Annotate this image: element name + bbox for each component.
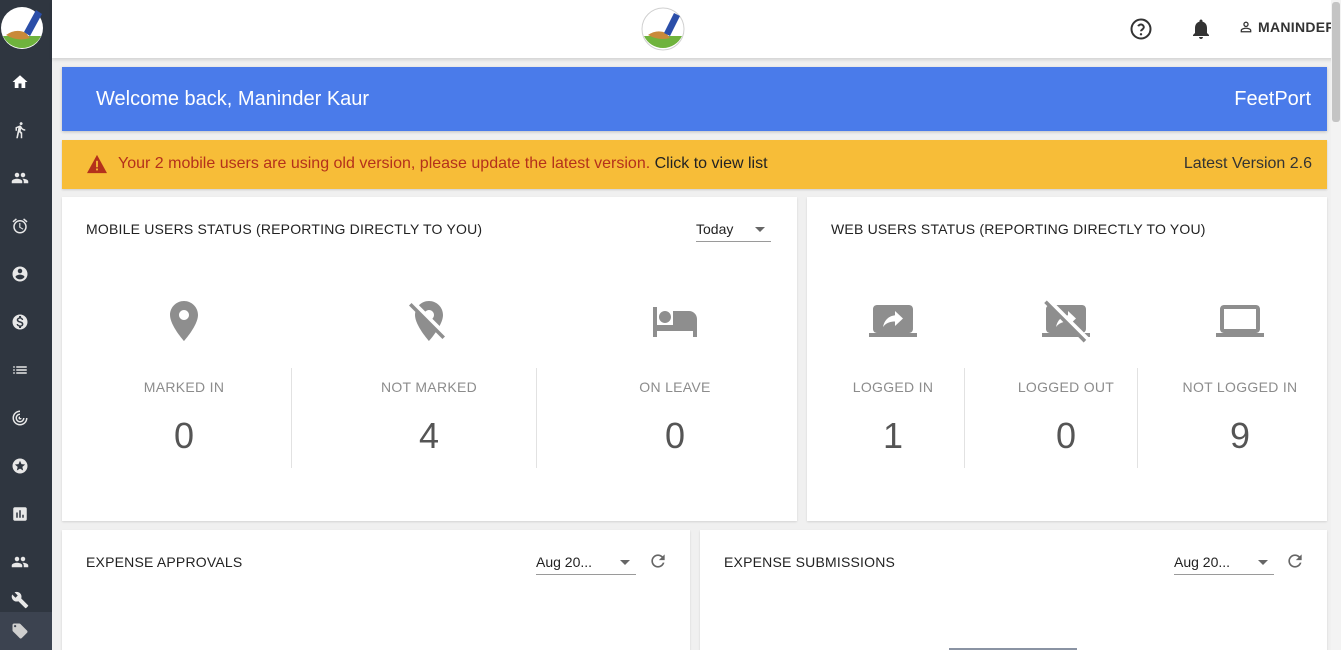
wrench-icon	[11, 591, 29, 609]
bed-icon	[653, 307, 697, 337]
version-alert: Your 2 mobile users are using old versio…	[62, 140, 1327, 189]
sidebar-item-activity[interactable]	[0, 110, 40, 150]
home-icon	[12, 75, 28, 88]
sidebar-item-attendance[interactable]	[0, 206, 40, 246]
mobile-status-filter-value: Today	[696, 221, 734, 237]
stat-value: 0	[173, 415, 195, 456]
person-outline-icon	[1240, 21, 1252, 33]
screen-share-icon	[869, 305, 917, 337]
sidebar-footer	[0, 612, 52, 650]
radar-icon	[12, 410, 28, 426]
mobile-users-status-card: MOBILE USERS STATUS (REPORTING DIRECTLY …	[62, 197, 797, 521]
stat-not-logged-in: NOT LOGGED IN 9	[1125, 297, 1341, 456]
bar-chart-icon	[13, 507, 27, 521]
running-icon	[15, 122, 26, 139]
stat-not-marked: NOT MARKED 4	[314, 297, 544, 456]
people-icon	[11, 556, 29, 568]
alarm-icon	[12, 218, 28, 234]
expense-submissions-card: EXPENSE SUBMISSIONS Aug 20...	[700, 530, 1327, 650]
divider	[536, 368, 537, 468]
app-logo-icon[interactable]	[0, 2, 46, 54]
tag-icon[interactable]	[11, 622, 29, 640]
view-list-link[interactable]: Click to view list	[655, 155, 768, 172]
alert-text: Your 2 mobile users are using old versio…	[118, 155, 651, 172]
location-pin-icon	[170, 301, 198, 341]
brand-name: FeetPort	[1234, 88, 1311, 110]
stat-label: NOT LOGGED IN	[1182, 379, 1298, 395]
sidebar-item-expenses[interactable]	[0, 302, 40, 342]
expense-submissions-filter-value: Aug 20...	[1174, 554, 1231, 570]
user-menu[interactable]: MANINDER	[1238, 19, 1336, 35]
welcome-banner: Welcome back, Maninder Kaur FeetPort	[62, 67, 1327, 131]
brand-logo-icon[interactable]	[640, 6, 686, 52]
stat-value: 0	[664, 415, 686, 456]
chevron-down-icon	[1258, 560, 1268, 565]
sidebar-item-teams[interactable]	[0, 158, 40, 198]
mobile-status-title: MOBILE USERS STATUS (REPORTING DIRECTLY …	[86, 221, 483, 237]
scrollbar-thumb[interactable]	[1332, 2, 1340, 122]
refresh-icon[interactable]	[648, 551, 668, 571]
warning-icon	[87, 154, 107, 174]
sidebar-item-users[interactable]	[0, 542, 40, 582]
stat-label: MARKED IN	[143, 379, 225, 395]
sidebar-item-tools[interactable]	[0, 588, 40, 612]
top-header: MANINDER	[52, 0, 1341, 58]
web-users-status-card: WEB USERS STATUS (REPORTING DIRECTLY TO …	[807, 197, 1327, 521]
sidebar-item-profile[interactable]	[0, 254, 40, 294]
stat-on-leave: ON LEAVE 0	[560, 297, 790, 456]
stat-label: NOT MARKED	[380, 379, 478, 395]
chevron-down-icon	[620, 560, 630, 565]
account-circle-icon	[12, 266, 28, 282]
expense-submissions-filter[interactable]: Aug 20...	[1174, 551, 1274, 575]
stat-value: 9	[1229, 415, 1251, 456]
laptop-icon	[1216, 305, 1264, 337]
alert-message: Your 2 mobile users are using old versio…	[118, 155, 768, 173]
expense-approvals-filter[interactable]: Aug 20...	[536, 551, 636, 575]
sidebar-item-home[interactable]	[0, 62, 40, 102]
group-icon	[11, 172, 29, 184]
location-off-icon	[409, 301, 445, 341]
sidebar	[0, 0, 52, 650]
sidebar-item-tracking[interactable]	[0, 398, 40, 438]
latest-version: Latest Version 2.6	[1183, 155, 1312, 172]
stat-label: ON LEAVE	[639, 379, 711, 395]
chevron-down-icon	[755, 227, 765, 232]
help-icon[interactable]	[1129, 17, 1153, 41]
expense-submissions-title: EXPENSE SUBMISSIONS	[724, 554, 896, 570]
list-icon	[13, 366, 27, 374]
expense-approvals-filter-value: Aug 20...	[536, 554, 593, 570]
user-name: MANINDER	[1258, 19, 1336, 35]
refresh-icon[interactable]	[1285, 551, 1305, 571]
sidebar-item-favorites[interactable]	[0, 446, 40, 486]
sidebar-item-reports[interactable]	[0, 494, 40, 534]
star-circle-icon	[12, 458, 28, 474]
expense-approvals-title: EXPENSE APPROVALS	[86, 554, 243, 570]
dollar-icon	[12, 314, 28, 330]
welcome-title: Welcome back, Maninder Kaur	[96, 88, 370, 110]
sidebar-item-lists[interactable]	[0, 350, 40, 390]
divider	[291, 368, 292, 468]
stat-marked-in: MARKED IN 0	[69, 297, 299, 456]
stop-screen-share-icon	[1042, 300, 1090, 343]
web-status-title: WEB USERS STATUS (REPORTING DIRECTLY TO …	[831, 221, 1206, 237]
expense-approvals-card: EXPENSE APPROVALS Aug 20...	[62, 530, 690, 650]
mobile-status-filter[interactable]: Today	[696, 218, 771, 242]
notification-bell-icon[interactable]	[1189, 17, 1213, 41]
stat-value: 4	[418, 415, 440, 456]
